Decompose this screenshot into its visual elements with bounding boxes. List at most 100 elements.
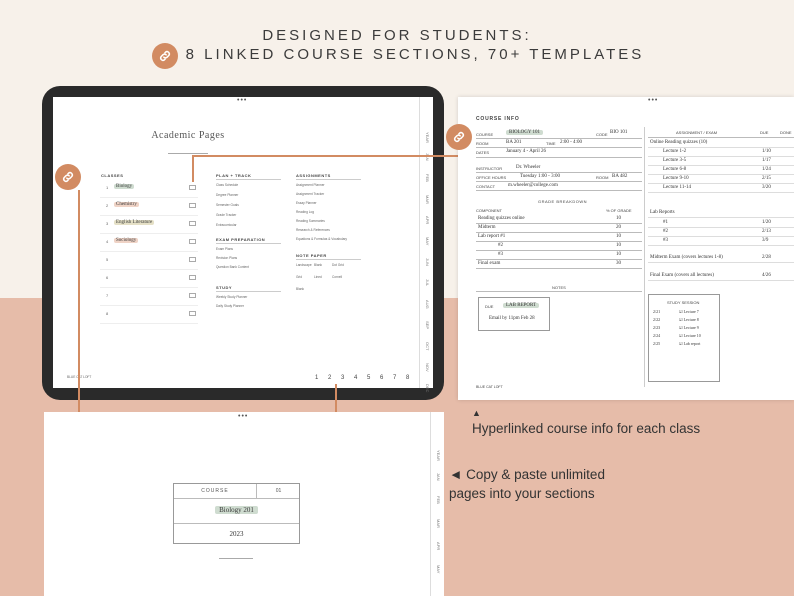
tab-apr[interactable]: APR	[425, 216, 430, 224]
header-line-2: 8 LINKED COURSE SECTIONS, 70+ TEMPLATES	[185, 46, 645, 63]
class-number: 7	[106, 293, 109, 298]
class-link-icon[interactable]	[189, 275, 196, 280]
assignment-due: 1/10	[762, 149, 771, 154]
page-numbers[interactable]: 1 2 3 4 5 6 7 8	[315, 375, 413, 381]
tab-may[interactable]: MAY	[425, 237, 430, 245]
menu-dots-icon[interactable]: •••	[648, 97, 658, 104]
divider	[216, 243, 281, 244]
assignment-item: Lecture 9-10	[663, 176, 689, 181]
tab-year[interactable]: YEAR	[425, 132, 430, 143]
class-row-7[interactable]: 7	[100, 288, 198, 306]
assignment-item: #2	[663, 229, 668, 234]
class-row-6[interactable]: 6	[100, 270, 198, 288]
plan-track-item[interactable]: Extracurricular	[216, 223, 237, 227]
class-number: 3	[106, 221, 109, 226]
study-session-item: ☑ Lecture 8	[679, 317, 699, 322]
plan-track-item[interactable]: Degree Planner	[216, 193, 238, 197]
plan-track-item[interactable]: Grade Tracker	[216, 213, 236, 217]
divider	[648, 183, 794, 184]
class-row-2[interactable]: 2 Chemistry	[100, 198, 198, 216]
exam-prep-item[interactable]: Question Bank Content	[216, 265, 249, 269]
left-arrow-icon: ◄	[449, 467, 467, 482]
divider	[476, 138, 642, 139]
plan-track-item[interactable]: Semester Goals	[216, 203, 239, 207]
study-session-box: STUDY SESSION 2/21 ☑ Lecture 7 2/22 ☑ Lectu…	[648, 294, 720, 382]
class-link-icon[interactable]	[189, 221, 196, 226]
study-session-item: ☑ Lecture 9	[679, 325, 699, 330]
exam-prep-item[interactable]: Revision Plans	[216, 256, 237, 260]
course-info-page: ••• COURSE INFO COURSE BIOLOGY 101 CODE …	[458, 97, 794, 400]
assignment-item[interactable]: Assignment Planner	[296, 183, 325, 187]
assignment-item: Lab Reports	[650, 210, 675, 215]
class-row-3[interactable]: 3 English Literature	[100, 216, 198, 234]
divider	[648, 174, 794, 175]
tab-dec[interactable]: DEC	[425, 384, 430, 392]
link-icon	[446, 124, 472, 150]
tab-apr[interactable]: APR	[436, 542, 441, 550]
class-link-icon[interactable]	[189, 185, 196, 190]
exam-prep-item[interactable]: Exam Plans	[216, 247, 233, 251]
study-item[interactable]: Daily Study Planner	[216, 304, 244, 308]
note-paper-item[interactable]: Landscape	[296, 263, 312, 267]
assignment-item: Lecture 6-8	[663, 167, 687, 172]
contact-label: CONTACT	[476, 184, 496, 189]
up-arrow-icon: ▲	[472, 408, 481, 418]
assignment-item[interactable]: Essay Planner	[296, 201, 317, 205]
note-paper-item[interactable]: Grid	[296, 275, 302, 279]
tab-sep[interactable]: SEP	[425, 321, 430, 329]
tab-year[interactable]: YEAR	[436, 450, 441, 461]
tab-aug[interactable]: AUG	[425, 300, 430, 309]
course-cover-box: COURSE 01 Biology 201 2023	[173, 483, 300, 544]
study-item[interactable]: Weekly Study Planner	[216, 295, 247, 299]
class-row-5[interactable]: 5	[100, 252, 198, 270]
office-room-label: ROOM	[596, 175, 609, 180]
assignment-item[interactable]: Research & References	[296, 228, 330, 232]
note-paper-item[interactable]: Cornell	[332, 275, 342, 279]
assignment-item[interactable]: Equations & Formulas & Vocabulary	[296, 237, 347, 241]
class-number: 2	[106, 203, 109, 208]
assignment-item: Final Exam (covers all lectures)	[650, 273, 714, 278]
class-link-icon[interactable]	[189, 311, 196, 316]
tab-feb[interactable]: FEB	[425, 174, 430, 182]
assignment-due: 1/20	[762, 220, 771, 225]
note-paper-item[interactable]: Lined	[314, 275, 322, 279]
tab-may[interactable]: MAY	[436, 565, 441, 573]
tab-feb[interactable]: FEB	[436, 496, 441, 504]
menu-dots-icon[interactable]: •••	[238, 413, 248, 420]
class-row-4[interactable]: 4 Sociology	[100, 234, 198, 252]
class-link-icon[interactable]	[189, 257, 196, 262]
dates-value: January 4 - April 26	[506, 149, 546, 154]
class-row-1[interactable]: 1 Biology	[100, 180, 198, 198]
grade-breakdown-heading: GRADE BREAKDOWN	[538, 199, 588, 204]
tab-jul[interactable]: JUL	[425, 279, 430, 286]
connector-line	[192, 155, 194, 182]
class-row-8[interactable]: 8	[100, 306, 198, 324]
assignment-item[interactable]: Assignment Tracker	[296, 192, 324, 196]
tab-oct[interactable]: OCT	[425, 342, 430, 350]
tab-mar[interactable]: MAR	[425, 195, 430, 204]
tab-mar[interactable]: MAR	[436, 519, 441, 528]
tab-jun[interactable]: JUN	[425, 258, 430, 266]
component-label: COMPONENT	[476, 208, 502, 213]
note-paper-item[interactable]: Blank	[314, 263, 322, 267]
note-paper-item[interactable]: Blank	[296, 287, 304, 291]
room-value: BA 201	[506, 140, 522, 145]
class-link-icon[interactable]	[189, 239, 196, 244]
class-label: Chemistry	[114, 202, 139, 207]
plan-track-item[interactable]: Class Schedule	[216, 183, 238, 187]
divider	[296, 179, 361, 180]
tab-jan[interactable]: JAN	[436, 473, 441, 481]
tab-nov[interactable]: NOV	[425, 363, 430, 372]
course-cover-year: 2023	[229, 530, 244, 538]
course-cover-num: 01	[275, 488, 282, 494]
dates-label: DATES	[476, 150, 490, 155]
divider	[648, 192, 794, 193]
class-link-icon[interactable]	[189, 203, 196, 208]
column-divider	[644, 127, 645, 387]
assignment-item[interactable]: Reading Summaries	[296, 219, 325, 223]
menu-dots-icon[interactable]: •••	[237, 97, 247, 104]
class-link-icon[interactable]	[189, 293, 196, 298]
divider	[648, 245, 794, 246]
note-paper-item[interactable]: Dot Grid	[332, 263, 344, 267]
assignment-item[interactable]: Reading Log	[296, 210, 314, 214]
